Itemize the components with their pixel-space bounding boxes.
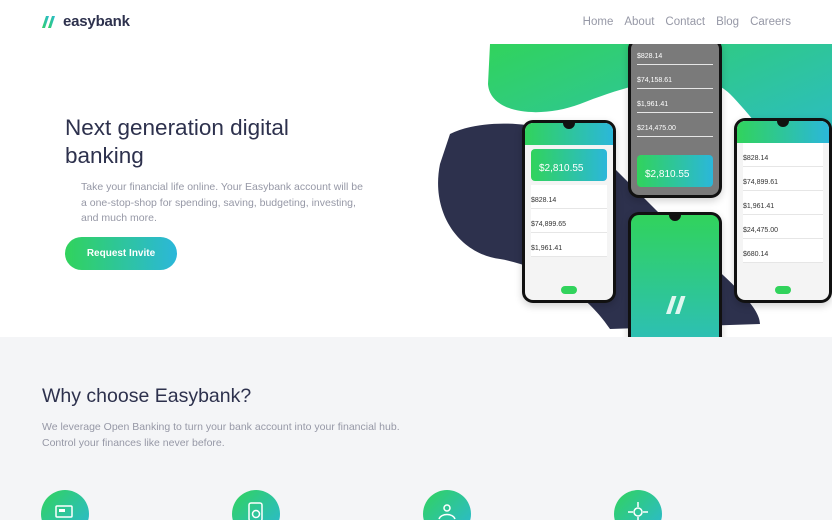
- transaction-row: $828.14: [531, 185, 607, 209]
- transaction-row: $1,961.41: [637, 89, 713, 113]
- phone-right: $828.14 $74,899.61 $1,961.41 $24,475.00 …: [734, 118, 832, 303]
- hero-text: Take your financial life online. Your Ea…: [81, 181, 363, 224]
- logo-stripes-icon: [666, 296, 686, 314]
- nav-contact[interactable]: Contact: [665, 16, 705, 28]
- transaction-row: $680.14: [743, 239, 823, 263]
- transaction-row: $214,475.00: [637, 113, 713, 137]
- easybank-logo[interactable]: easybank: [42, 13, 130, 30]
- hero-section: Next generation digital banking Take you…: [0, 44, 832, 337]
- nav-home[interactable]: Home: [583, 16, 614, 28]
- online-banking-icon: [41, 490, 89, 520]
- hero-title: Next generation digital banking: [65, 115, 289, 168]
- balance-card: $2,810.55: [637, 155, 713, 187]
- transaction-row: $1,961.41: [743, 191, 823, 215]
- request-invite-button[interactable]: Request Invite: [65, 237, 177, 270]
- main-nav: Home About Contact Blog Careers: [583, 16, 791, 28]
- phone-mockups-illustration: $2,810.55 $828.14 $74,899.65 $1,961.41 $…: [430, 44, 832, 337]
- transaction-row: $74,158.61: [637, 65, 713, 89]
- logo-stripes-icon: [42, 15, 55, 28]
- transaction-row: $828.14: [637, 44, 713, 65]
- transaction-row: $74,899.61: [743, 167, 823, 191]
- why-section: Why choose Easybank? We leverage Open Ba…: [0, 337, 832, 520]
- balance-card: $2,810.55: [531, 149, 607, 181]
- phone-left: $2,810.55 $828.14 $74,899.65 $1,961.41: [522, 120, 616, 303]
- transaction-row: $828.14: [743, 143, 823, 167]
- why-title: Why choose Easybank?: [42, 385, 252, 407]
- api-icon: [614, 490, 662, 520]
- onboarding-icon: [423, 490, 471, 520]
- nav-about[interactable]: About: [624, 16, 654, 28]
- nav-careers[interactable]: Careers: [750, 16, 791, 28]
- site-header: easybank Home About Contact Blog Careers: [0, 0, 832, 44]
- nav-blog[interactable]: Blog: [716, 16, 739, 28]
- phone-center-top: $828.14 $74,158.61 $1,961.41 $214,475.00…: [628, 44, 722, 198]
- transaction-row: $1,961.41: [531, 233, 607, 257]
- transaction-row: $24,475.00: [743, 215, 823, 239]
- budgeting-icon: [232, 490, 280, 520]
- logo-text: easybank: [63, 13, 130, 30]
- transaction-row: $74,899.65: [531, 209, 607, 233]
- why-text: We leverage Open Banking to turn your ba…: [42, 421, 400, 449]
- phone-center-bottom: [628, 212, 722, 337]
